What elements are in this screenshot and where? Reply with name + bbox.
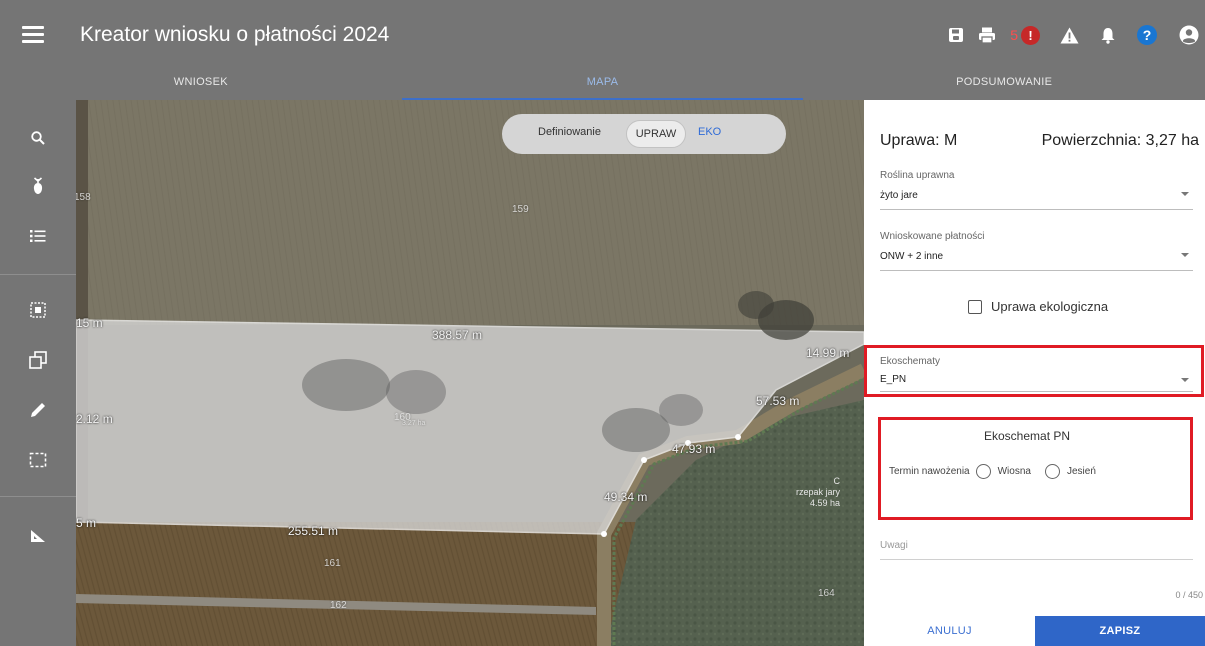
ecoschemes-label: Ekoschematy <box>880 356 941 367</box>
organic-label: Uprawa ekologiczna <box>991 299 1109 314</box>
print-icon[interactable] <box>978 22 996 48</box>
header-actions: 5 ! ? <box>948 22 1205 48</box>
error-icon: ! <box>1021 25 1040 45</box>
toolbar-divider <box>0 274 76 275</box>
notes-counter: 0 / 450 <box>1175 590 1203 600</box>
edge-measurement: 49.34 m <box>604 490 648 504</box>
select-area-icon[interactable] <box>0 290 76 330</box>
plant-label: Roślina uprawna <box>880 170 955 181</box>
warning-icon[interactable] <box>1060 22 1079 48</box>
plant-select[interactable]: Roślina uprawna żyto jare <box>880 170 1193 210</box>
edge-measurement: 57.53 m <box>756 394 800 408</box>
spring-label: Wiosna <box>997 466 1031 477</box>
mode-eko-button[interactable]: EKO <box>698 126 721 138</box>
chevron-down-icon <box>1181 253 1189 257</box>
chevron-down-icon <box>1181 192 1189 196</box>
ecoscheme-pn-title: Ekoschemat PN <box>984 429 1071 443</box>
map-imagery <box>76 100 864 646</box>
map-view[interactable]: 158 159 160 3.27 ha 161 162 164 388.57 m… <box>76 100 864 646</box>
error-count: 5 <box>1010 27 1018 43</box>
chevron-down-icon <box>1181 378 1189 382</box>
fertilization-term-group: Termin nawożenia Wiosna Jesień <box>889 464 1104 479</box>
parcel-number: 158 <box>76 192 91 203</box>
edge-measurement: 388.57 m <box>432 328 483 342</box>
payments-select[interactable]: Wnioskowane płatności ONW + 2 inne <box>880 231 1193 271</box>
save-button[interactable]: ZAPISZ <box>1035 616 1205 646</box>
payments-label: Wnioskowane płatności <box>880 231 985 242</box>
ecoschemes-value: E_PN <box>880 374 907 385</box>
errors-indicator[interactable]: 5 ! <box>1010 22 1040 48</box>
radio-autumn[interactable] <box>1044 464 1060 479</box>
ecoschemes-select[interactable]: Ekoschematy E_PN <box>880 356 1193 392</box>
bell-icon[interactable] <box>1101 22 1115 48</box>
edge-measurement: 14.99 m <box>806 346 850 360</box>
cancel-button[interactable]: ANULUJ <box>864 616 1035 646</box>
parcel-number: 159 <box>512 204 529 215</box>
parcel-number: 164 <box>818 588 835 599</box>
definition-mode-toggle: Definiowanie UPRAW EKO <box>502 114 786 154</box>
mode-label: Definiowanie <box>538 126 601 138</box>
plant-value: żyto jare <box>880 190 918 201</box>
copy-icon[interactable] <box>0 340 76 380</box>
pencil-icon[interactable] <box>0 390 76 430</box>
crop-area: Powierzchnia: 3,27 ha <box>1041 132 1199 149</box>
account-icon[interactable] <box>1179 22 1199 48</box>
edge-measurement: 5 m <box>76 516 97 530</box>
crop-title: Uprawa: M <box>880 132 958 149</box>
help-icon[interactable]: ? <box>1137 22 1157 48</box>
edge-measurement: 47.93 m <box>672 442 716 456</box>
edge-measurement: 2.12 m <box>76 412 113 426</box>
rectangle-select-icon[interactable] <box>0 440 76 480</box>
main-tabs: WNIOSEK MAPA PODSUMOWANIE <box>0 64 1205 100</box>
measure-icon[interactable] <box>0 516 76 556</box>
edge-measurement: 255.51 m <box>288 524 339 538</box>
toolbar-divider <box>0 496 76 497</box>
autumn-label: Jesień <box>1066 466 1096 477</box>
app-header: Kreator wniosku o płatności 2024 5 ! ? W… <box>0 0 1205 100</box>
crop-details-panel: Uprawa: M Powierzchnia: 3,27 ha Roślina … <box>864 100 1205 646</box>
mode-upraw-button[interactable]: UPRAW <box>626 120 686 148</box>
tab-mapa[interactable]: MAPA <box>401 64 804 100</box>
help-symbol: ? <box>1137 25 1157 45</box>
neighbor-crop-letter: C <box>833 476 841 486</box>
edge-measurement: 15 m <box>76 316 103 330</box>
neighbor-crop-name: rzepak jary <box>796 487 841 497</box>
organic-checkbox[interactable]: Uprawa ekologiczna <box>968 299 1108 314</box>
map-toolbar <box>0 100 76 646</box>
radio-spring[interactable] <box>975 464 991 479</box>
list-icon[interactable] <box>0 216 76 256</box>
notes-field[interactable]: Uwagi <box>880 540 1193 560</box>
tab-podsumowanie[interactable]: PODSUMOWANIE <box>803 64 1205 100</box>
crop-plant-icon[interactable] <box>0 166 76 206</box>
tab-wniosek[interactable]: WNIOSEK <box>0 64 402 100</box>
save-icon[interactable] <box>948 22 964 48</box>
app-title: Kreator wniosku o płatności 2024 <box>80 23 390 46</box>
parcel-number: 161 <box>324 558 341 569</box>
neighbor-crop-area: 4.59 ha <box>809 498 841 508</box>
parcel-number: 162 <box>330 600 347 611</box>
neighbor-crop-label: C rzepak jary 4.59 ha <box>796 476 840 509</box>
menu-icon[interactable] <box>22 26 44 44</box>
search-icon[interactable] <box>0 118 76 158</box>
payments-value: ONW + 2 inne <box>880 251 944 262</box>
notes-label: Uwagi <box>880 540 908 551</box>
parcel-area-label: 3.27 ha <box>402 420 426 427</box>
fertilization-term-label: Termin nawożenia <box>889 466 970 477</box>
checkbox-icon[interactable] <box>968 299 982 314</box>
